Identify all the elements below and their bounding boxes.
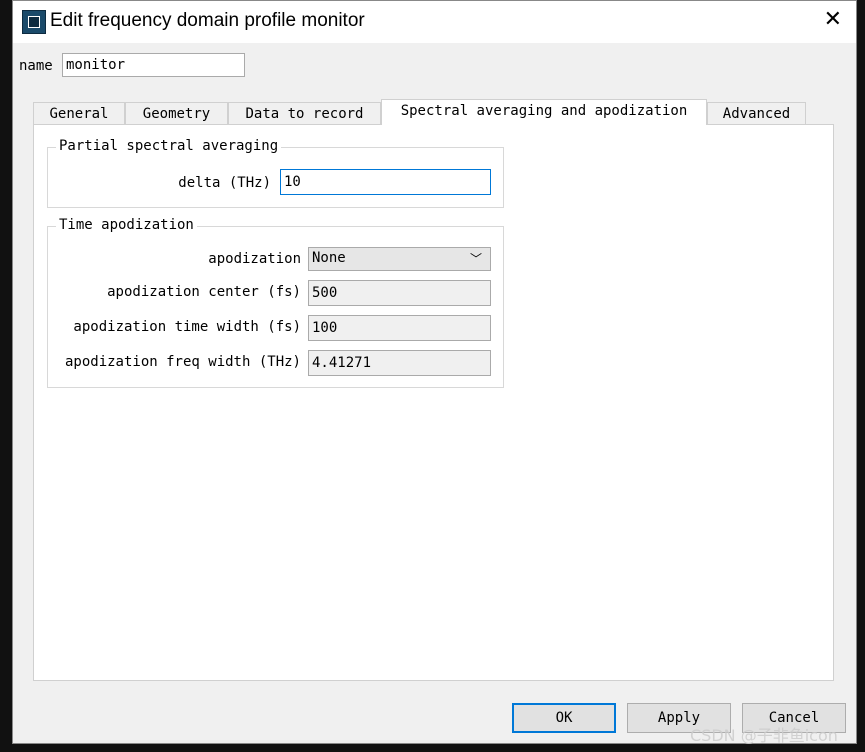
apodization-select[interactable]: None ﹀ [308, 247, 491, 271]
time-apodization-group: Time apodization apodization None ﹀ apod… [47, 217, 504, 388]
tab-spectral-averaging[interactable]: Spectral averaging and apodization [381, 99, 707, 125]
group-title: Partial spectral averaging [56, 138, 282, 154]
tab-geometry[interactable]: Geometry [125, 102, 228, 124]
apodization-label: apodization [208, 251, 301, 267]
center-label: apodization center (fs) [107, 284, 301, 300]
time-width-input[interactable] [308, 315, 491, 341]
dialog: Edit frequency domain profile monitor ✕ … [12, 0, 857, 744]
chevron-down-icon: ﹀ [469, 252, 482, 266]
apodization-value: None [312, 250, 346, 266]
name-input[interactable] [62, 53, 245, 77]
close-icon[interactable]: ✕ [824, 7, 842, 32]
partial-averaging-group: Partial spectral averaging delta (THz) [47, 138, 504, 208]
freq-width-input[interactable] [308, 350, 491, 376]
group-title: Time apodization [56, 217, 197, 233]
tab-general[interactable]: General [33, 102, 125, 124]
ok-button[interactable]: OK [512, 703, 616, 733]
center-input[interactable] [308, 280, 491, 306]
watermark: CSDN @子非鱼icon [690, 726, 838, 745]
tab-pane: Partial spectral averaging delta (THz) T… [33, 124, 834, 681]
tab-advanced[interactable]: Advanced [707, 102, 806, 124]
window-title: Edit frequency domain profile monitor [50, 10, 365, 31]
delta-input[interactable] [280, 169, 491, 195]
title-bar: Edit frequency domain profile monitor ✕ [13, 1, 856, 43]
tab-data-to-record[interactable]: Data to record [228, 102, 381, 124]
time-width-label: apodization time width (fs) [73, 319, 301, 335]
app-icon [22, 10, 46, 34]
name-label: name [19, 58, 53, 74]
delta-label: delta (THz) [178, 175, 271, 191]
freq-width-label: apodization freq width (THz) [64, 354, 301, 370]
